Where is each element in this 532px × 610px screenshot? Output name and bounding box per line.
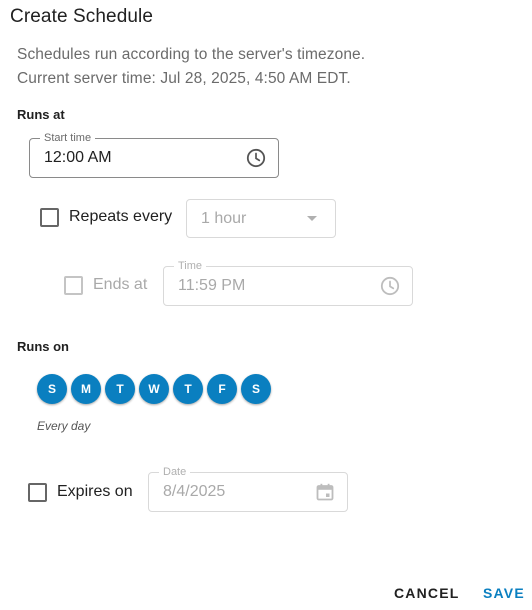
timezone-note: Schedules run according to the server's … <box>17 46 366 63</box>
ends-at-checkbox[interactable] <box>64 276 83 295</box>
expiry-date-field[interactable]: Date 8/4/2025 <box>148 465 348 512</box>
day-toggle-sunday[interactable]: S <box>37 374 67 404</box>
save-button[interactable]: SAVE <box>483 582 525 604</box>
expiry-date-value: 8/4/2025 <box>163 483 226 500</box>
cancel-button[interactable]: CANCEL <box>394 582 460 604</box>
create-schedule-dialog: Create Schedule Schedules run according … <box>0 0 532 610</box>
day-toggle-thursday[interactable]: T <box>173 374 203 404</box>
end-time-field[interactable]: Time 11:59 PM <box>163 259 413 306</box>
repeat-interval-value: 1 hour <box>201 209 247 227</box>
repeats-every-checkbox[interactable] <box>40 208 59 227</box>
repeat-interval-select[interactable]: 1 hour <box>186 199 336 238</box>
runs-on-label: Runs on <box>17 339 69 354</box>
expires-on-checkbox[interactable] <box>28 483 47 502</box>
end-time-value: 11:59 PM <box>178 277 246 294</box>
expires-on-label: Expires on <box>57 483 133 500</box>
ends-at-label: Ends at <box>93 276 148 293</box>
chevron-down-icon <box>307 200 317 237</box>
runs-at-label: Runs at <box>17 107 65 122</box>
day-toggle-saturday[interactable]: S <box>241 374 271 404</box>
day-toggle-monday[interactable]: M <box>71 374 101 404</box>
calendar-icon <box>315 473 335 511</box>
start-time-value: 12:00 AM <box>44 149 112 166</box>
dialog-title: Create Schedule <box>10 6 154 27</box>
day-toggle-wednesday[interactable]: W <box>139 374 169 404</box>
clock-icon <box>380 267 400 305</box>
repeats-every-label: Repeats every <box>69 208 173 225</box>
start-time-field[interactable]: Start time 12:00 AM <box>29 131 279 178</box>
server-time: Current server time: Jul 28, 2025, 4:50 … <box>17 70 351 87</box>
schedule-summary: Every day <box>37 419 91 433</box>
day-toggle-friday[interactable]: F <box>207 374 237 404</box>
clock-icon[interactable] <box>246 139 266 177</box>
day-toggle-tuesday[interactable]: T <box>105 374 135 404</box>
